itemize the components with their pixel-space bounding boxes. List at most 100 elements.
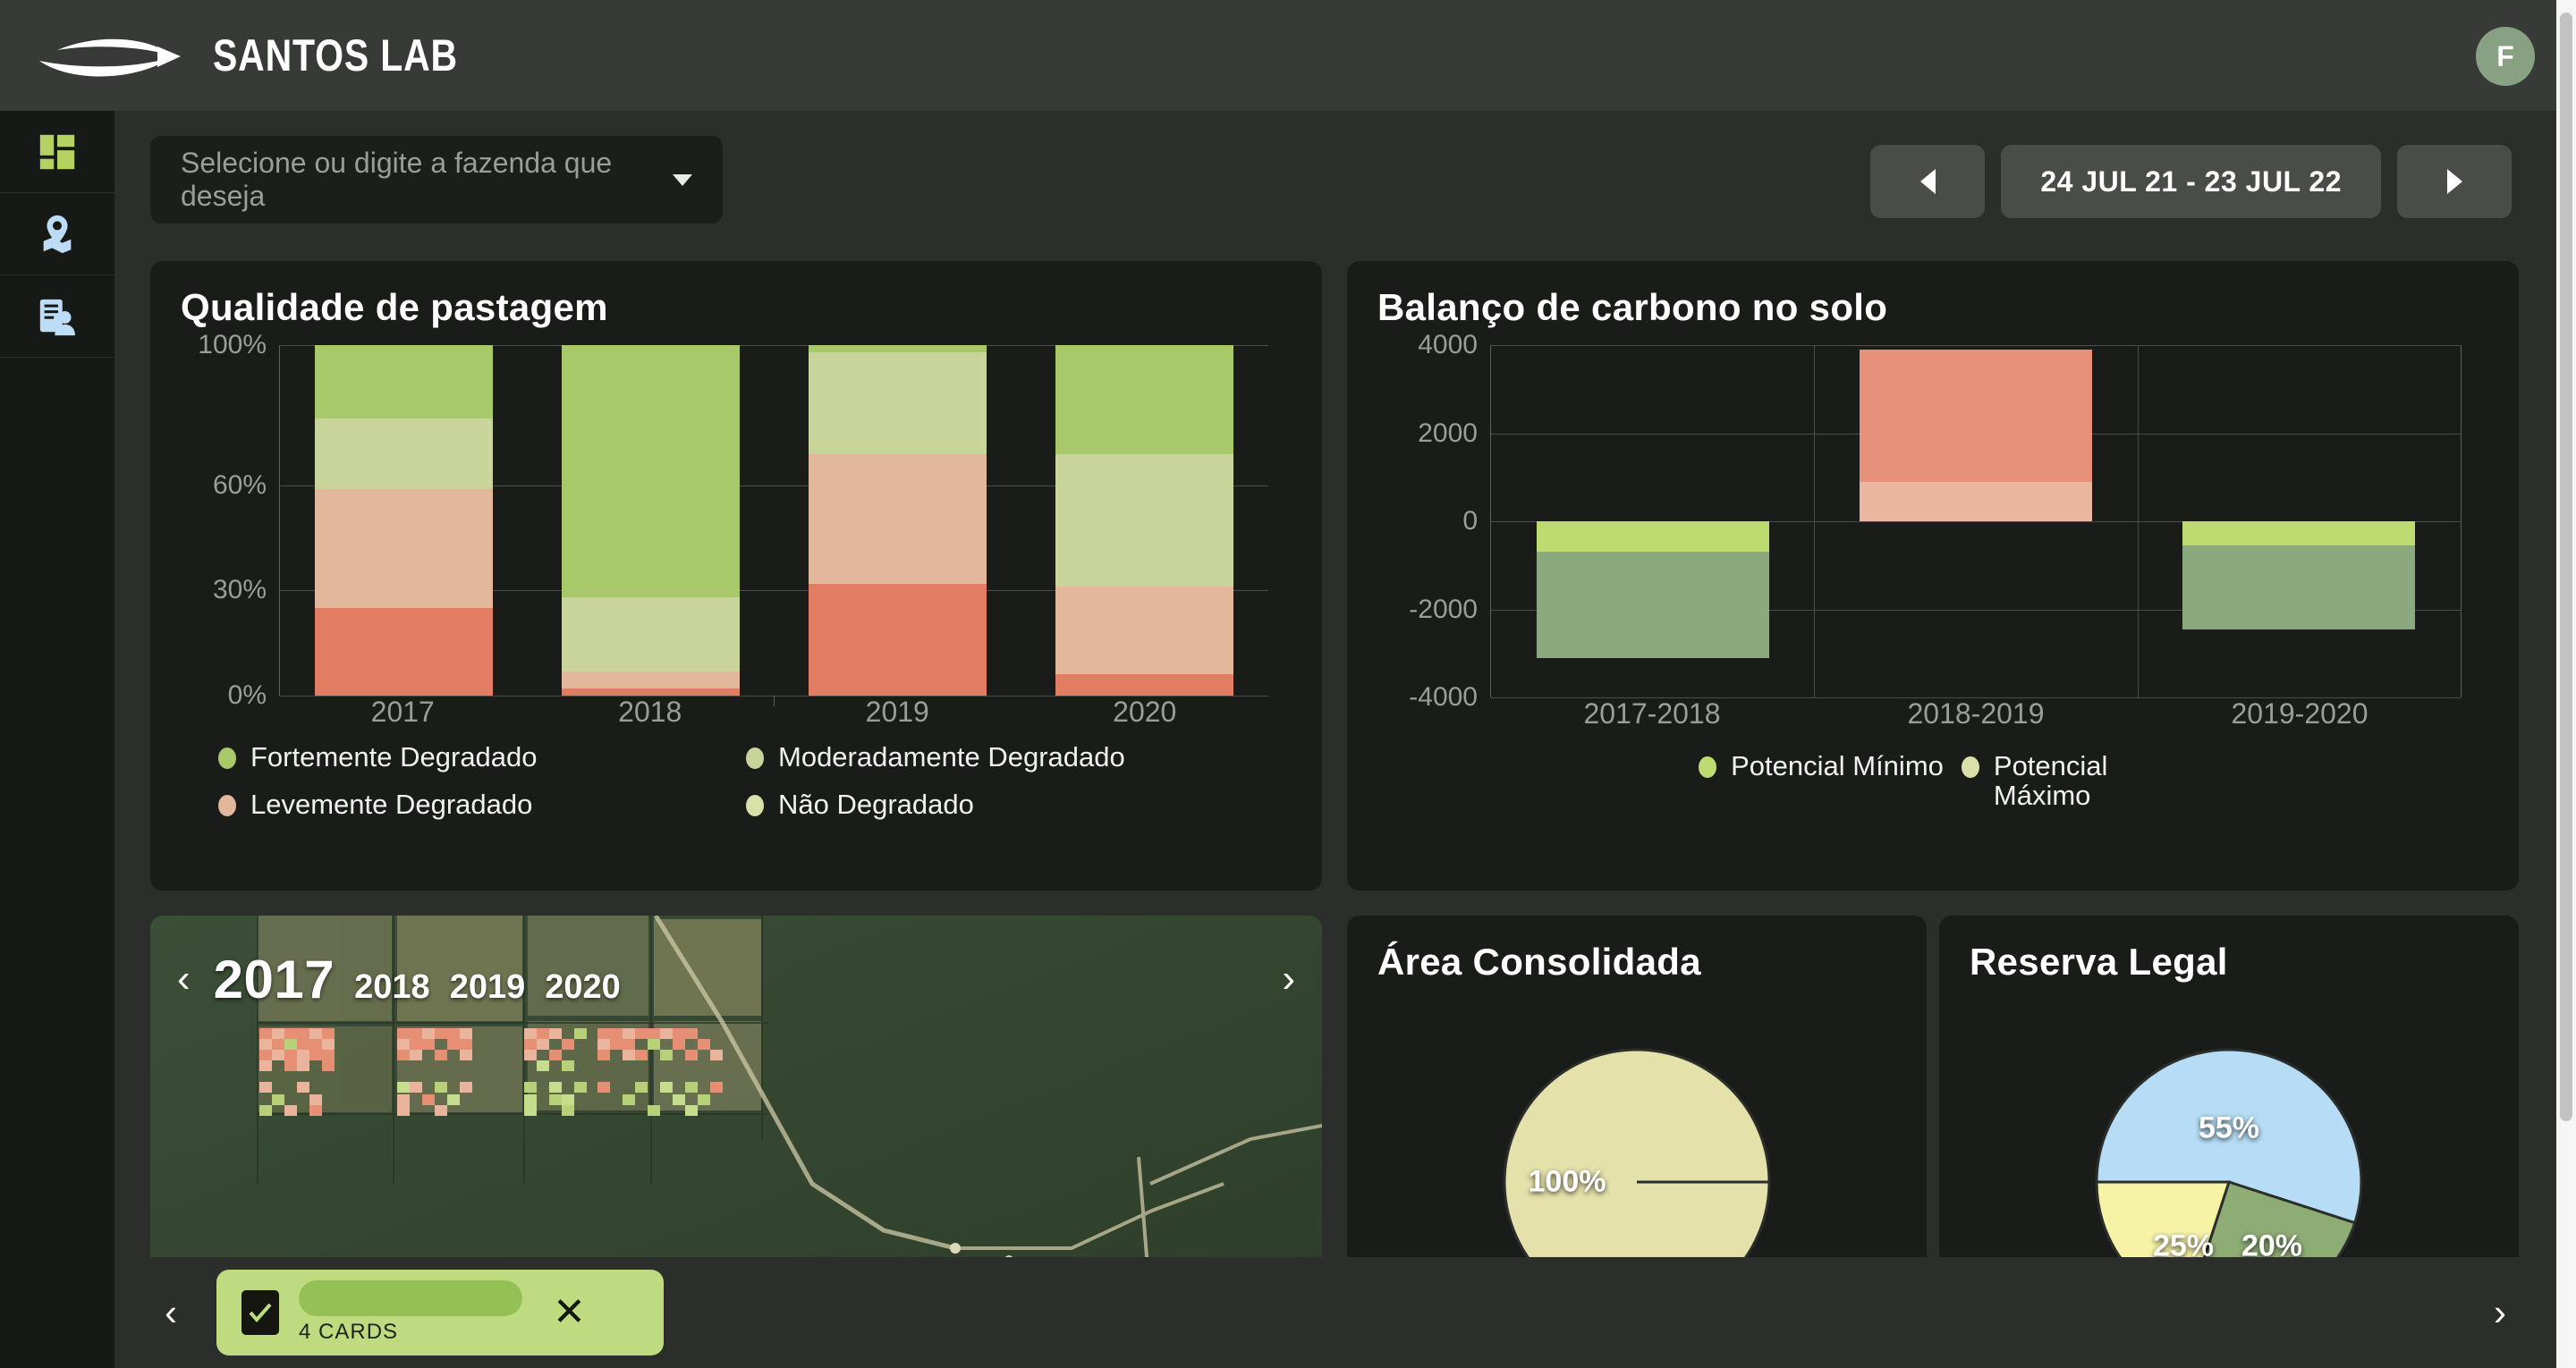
y-axis-tick-label: 4000 <box>1418 330 1478 359</box>
bar-segment <box>314 418 493 489</box>
x-axis-tick-label: 2018-2019 <box>1907 697 2045 730</box>
legend-color-dot <box>1961 756 1979 778</box>
bar-segment <box>314 345 493 419</box>
bar-column[interactable] <box>775 345 1021 696</box>
santos-lab-swoosh-logo-icon <box>39 38 181 77</box>
map-year-tab-2019[interactable]: 2019 <box>450 968 526 1007</box>
map-year-tab-2017[interactable]: 2017 <box>214 949 335 1010</box>
legend-color-dot <box>746 747 764 769</box>
avatar[interactable]: F <box>2476 27 2535 86</box>
chevron-down-icon <box>673 173 692 186</box>
plot-area <box>279 345 1268 697</box>
page-scrollbar[interactable] <box>2556 0 2576 1368</box>
chip-close-button[interactable]: ✕ <box>553 1293 586 1332</box>
map-prev-button[interactable]: ‹ <box>177 959 191 999</box>
bar-column[interactable] <box>280 345 527 696</box>
legend-label: Potencial Mínimo <box>1731 750 1944 781</box>
date-prev-button[interactable] <box>1870 145 1986 218</box>
bar-column[interactable] <box>1814 345 2137 697</box>
legend-item[interactable]: Fortemente Degradado <box>218 742 746 772</box>
legend-color-dot <box>1699 756 1717 778</box>
brand-logo[interactable]: SANTOS LAB <box>38 27 512 84</box>
farm-select-label: Selecione ou digite a fazenda que deseja <box>181 147 613 212</box>
map-year-tabs: 2017 2018 2019 2020 <box>214 949 621 1010</box>
card-selection-chip[interactable]: 4 CARDS ✕ <box>216 1270 664 1355</box>
bar-column[interactable] <box>1021 345 1268 696</box>
stacked-bar <box>809 345 987 696</box>
map-pin-icon <box>43 215 72 253</box>
main-content: Selecione ou digite a fazenda que deseja… <box>114 111 2556 1368</box>
bar-segment <box>314 608 493 696</box>
y-axis-tick-label: -2000 <box>1409 594 1478 624</box>
legend-item[interactable]: Não Degradado <box>746 790 1274 820</box>
legend-item[interactable]: Levemente Degradado <box>218 790 746 820</box>
legend-item[interactable]: Potencial Máximo <box>1961 751 2167 811</box>
bar-segment <box>1055 587 1234 675</box>
brand-name: SANTOS LAB <box>213 30 458 80</box>
bar-column[interactable] <box>1491 345 1814 697</box>
legend-color-dot <box>218 747 236 769</box>
y-axis-tick-label: 2000 <box>1418 418 1478 448</box>
map-next-button[interactable]: › <box>1282 959 1295 999</box>
scrollbar-thumb[interactable] <box>2560 13 2572 1121</box>
bar-segment <box>561 688 740 696</box>
card-title-reserva: Reserva Legal <box>1970 941 2228 983</box>
y-axis-tick-label: 60% <box>212 469 267 500</box>
bar-segment-potencial-minimo <box>1536 521 1769 553</box>
bottom-bar: ‹ 4 CARDS ✕ › <box>114 1257 2556 1368</box>
sidebar-item-map[interactable] <box>0 193 114 275</box>
bar-segment-potencial-minimo <box>2182 521 2416 546</box>
bottom-next-button[interactable]: › <box>2494 1291 2506 1334</box>
bar-group <box>280 345 1268 696</box>
farm-select[interactable]: Selecione ou digite a fazenda que deseja <box>150 136 723 224</box>
triangle-left-icon <box>1919 169 1936 194</box>
card-title-area: Área Consolidada <box>1377 941 1701 983</box>
x-axis-tick-label: 2017-2018 <box>1583 697 1721 730</box>
legend-label: Moderadamente Degradado <box>778 741 1125 773</box>
triangle-right-icon <box>2446 169 2462 194</box>
y-axis-tick-label: 0 <box>1462 506 1478 536</box>
map-year-tab-2018[interactable]: 2018 <box>354 968 430 1007</box>
card-title-pasture: Qualidade de pastagem <box>181 286 608 328</box>
sidebar-item-dashboard[interactable] <box>0 111 114 193</box>
bar-segment <box>809 583 987 696</box>
bar-segment <box>809 453 987 584</box>
x-axis-tick-label: 2020 <box>774 696 1269 730</box>
legend-label: Fortemente Degradado <box>250 741 538 773</box>
bar-segment <box>809 351 987 454</box>
chip-subtitle: 4 CARDS <box>299 1320 399 1344</box>
legend-item[interactable]: Moderadamente Degradado <box>746 742 1274 772</box>
bar-segment <box>1055 674 1234 696</box>
top-bar: SANTOS LAB F <box>0 0 2576 111</box>
legend-carbon: Potencial Mínimo Potencial Máximo <box>1377 751 2488 829</box>
sidebar <box>0 111 114 1368</box>
dashboard-grid-icon <box>39 134 75 169</box>
bar-segment <box>561 597 740 671</box>
document-person-icon <box>39 299 75 335</box>
bar-segment <box>809 345 987 352</box>
bar-segment <box>1055 453 1234 587</box>
x-axis-tick-label: 2019-2020 <box>2231 697 2368 730</box>
legend-item[interactable]: Potencial Mínimo <box>1699 751 1944 781</box>
stacked-bar <box>1055 345 1234 696</box>
pie-slice-label: 55% <box>2198 1110 2260 1145</box>
bar-segment-potencial-minimo <box>1859 481 2093 521</box>
bar-segment <box>561 671 740 689</box>
pie-slice-label: 100% <box>1528 1164 1606 1199</box>
map-year-nav: ‹ 2017 2018 2019 2020 › <box>150 948 1322 1010</box>
bar-segment <box>1055 345 1234 454</box>
chip-checkbox[interactable] <box>242 1290 279 1335</box>
x-axis-labels: 2017 2018 2019 2020 <box>279 696 1268 730</box>
bar-column[interactable] <box>527 345 774 696</box>
date-range-label[interactable]: 24 JUL 21 - 23 JUL 22 <box>2001 145 2381 218</box>
card-balanco-de-carbono: Balanço de carbono no solo -4000 -2000 0 20… <box>1347 261 2519 891</box>
legend-color-dot <box>218 795 236 817</box>
bar-column[interactable] <box>2138 345 2461 697</box>
map-year-tab-2020[interactable]: 2020 <box>545 968 621 1007</box>
sidebar-item-reports[interactable] <box>0 275 114 358</box>
bar-group <box>1491 345 2461 697</box>
x-axis-tick-label: 2018 <box>527 696 775 730</box>
legend-color-dot <box>746 795 764 817</box>
date-next-button[interactable] <box>2397 145 2512 218</box>
bottom-prev-button[interactable]: ‹ <box>165 1291 177 1334</box>
